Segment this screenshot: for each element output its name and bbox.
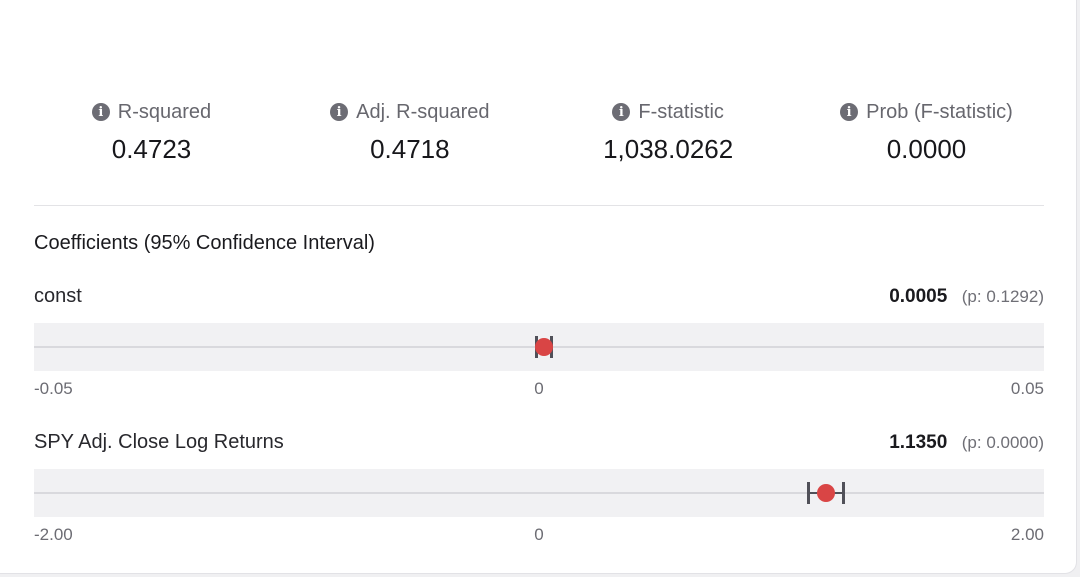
coefficient-name: SPY Adj. Close Log Returns — [34, 431, 284, 453]
axis-ticks: -2.00 0 2.00 — [34, 517, 1044, 545]
coefficient-estimate-point[interactable] — [816, 484, 835, 502]
tick-label-zero: 0 — [534, 379, 544, 398]
tick-label-max: 2.00 — [1010, 525, 1044, 544]
coefficient-p-value: (p: 0.1292) — [961, 287, 1044, 306]
tick-label-zero: 0 — [534, 525, 544, 544]
section-title: Coefficients (95% Confidence Interval) — [34, 232, 375, 254]
stat-label: R-squared — [117, 100, 212, 123]
coefficient-estimate-point[interactable] — [535, 338, 554, 356]
info-icon[interactable]: i — [612, 103, 631, 121]
stat-prob-f-statistic: i Prob (F-statistic) 0.0000 — [809, 96, 1044, 165]
confidence-interval-track — [34, 323, 1044, 371]
stat-label: Prob (F-statistic) — [866, 100, 1013, 123]
info-icon[interactable]: i — [840, 103, 859, 121]
confidence-interval-track — [34, 469, 1044, 517]
stat-adj-r-squared: i Adj. R-squared 0.4718 — [292, 96, 527, 165]
info-icon[interactable]: i — [330, 103, 349, 121]
coefficient-name: const — [34, 285, 82, 307]
coefficient-const: const 0.0005 (p: 0.1292) -0.05 0 0.05 — [34, 285, 1044, 399]
confidence-interval-upper-cap — [841, 482, 845, 504]
stat-value: 0.0000 — [886, 134, 967, 164]
tick-label-min: -0.05 — [34, 379, 73, 398]
stat-f-statistic: i F-statistic 1,038.0262 — [551, 96, 786, 165]
stat-label: Adj. R-squared — [356, 100, 490, 123]
stat-value: 0.4723 — [111, 134, 192, 164]
confidence-interval-lower-cap — [806, 482, 810, 504]
stat-label: F-statistic — [638, 100, 724, 123]
stat-value: 1,038.0262 — [603, 134, 734, 164]
info-icon[interactable]: i — [91, 103, 110, 121]
regression-summary-card: i R-squared 0.4723 i Adj. R-squared 0.47… — [0, 0, 1077, 574]
stat-value: 0.4718 — [370, 134, 450, 164]
coefficient-spy-adj-close-log-returns: SPY Adj. Close Log Returns 1.1350 (p: 0.… — [34, 431, 1044, 545]
divider — [34, 205, 1044, 206]
coefficient-p-value: (p: 0.0000) — [961, 433, 1044, 452]
tick-label-min: -2.00 — [34, 525, 73, 544]
model-stats: i R-squared 0.4723 i Adj. R-squared 0.47… — [34, 96, 1044, 165]
coefficient-value: 1.1350 — [889, 432, 948, 453]
tick-label-max: 0.05 — [1010, 379, 1044, 398]
axis-line — [34, 492, 1044, 494]
coefficient-value: 0.0005 — [889, 286, 948, 307]
axis-ticks: -0.05 0 0.05 — [34, 371, 1044, 399]
stat-r-squared: i R-squared 0.4723 — [34, 96, 269, 165]
